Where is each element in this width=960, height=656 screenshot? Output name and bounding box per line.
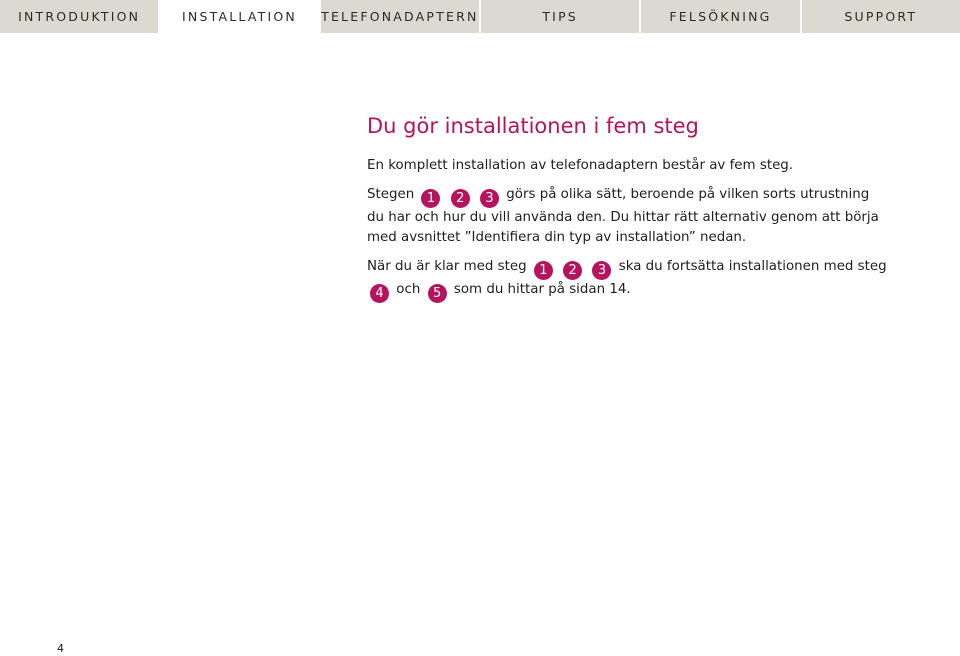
steps-text-body: görs på olika sätt, beroende på vilken s… (367, 187, 879, 245)
main-content: Du gör installationen i fem steg En komp… (367, 112, 887, 312)
step-badge-1: 1 (421, 189, 441, 208)
step-badge-4: 4 (370, 284, 389, 303)
page-number: 4 (57, 642, 64, 655)
step-badge-2: 2 (450, 189, 470, 208)
steps-text-lead: Stegen (367, 187, 415, 202)
intro-paragraph: En komplett installation av telefonadapt… (367, 158, 794, 173)
tab-felsokning[interactable]: FELSÖKNING (641, 0, 800, 33)
step-badge-3: 3 (592, 261, 612, 280)
steps-paragraph: Stegen 1 2 3 görs på olika sätt, beroend… (367, 185, 887, 248)
step-badge-3: 3 (480, 189, 500, 208)
tab-installation[interactable]: INSTALLATION (160, 0, 319, 33)
continue-text-and: och (396, 282, 421, 297)
tab-tips[interactable]: TIPS (480, 0, 640, 33)
continue-text-mid: ska du fortsätta installationen med steg (618, 259, 887, 274)
tab-telefonadaptern[interactable]: TELEFONADAPTERN (320, 0, 479, 33)
step-badge-2: 2 (563, 261, 583, 280)
page-title: Du gör installationen i fem steg (367, 114, 699, 138)
continue-text-lead: När du är klar med steg (367, 259, 527, 274)
continue-paragraph: När du är klar med steg 1 2 3 ska du for… (367, 257, 887, 303)
continue-text-end: som du hittar på sidan 14. (453, 282, 631, 297)
step-badge-1: 1 (533, 261, 553, 280)
top-nav: INTRODUKTION INSTALLATION TELEFONADAPTER… (0, 0, 960, 33)
tab-introduktion[interactable]: INTRODUKTION (0, 0, 159, 33)
step-badge-5: 5 (427, 284, 447, 303)
tab-support[interactable]: SUPPORT (801, 0, 960, 33)
